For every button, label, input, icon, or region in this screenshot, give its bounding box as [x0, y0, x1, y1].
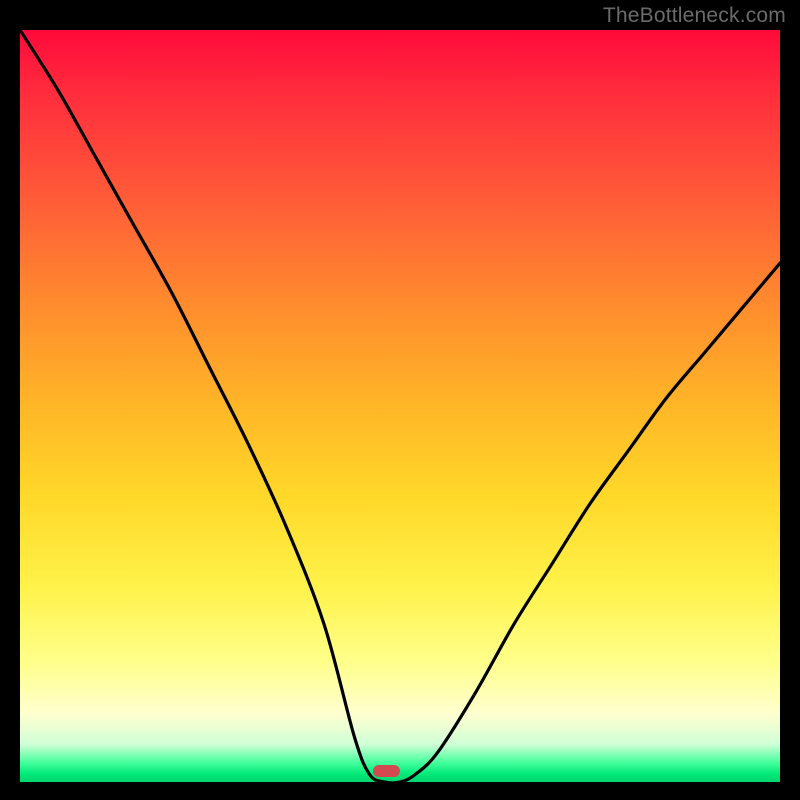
curve-path [20, 30, 780, 782]
bottleneck-curve [20, 30, 780, 782]
watermark-text: TheBottleneck.com [603, 4, 786, 28]
plot-area [20, 30, 780, 782]
chart-frame: TheBottleneck.com [0, 0, 800, 800]
optimum-marker [373, 765, 400, 777]
